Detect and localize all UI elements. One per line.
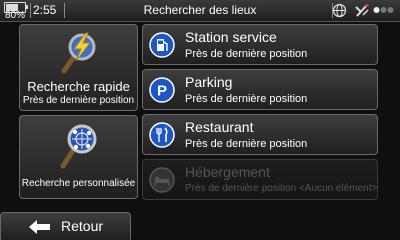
list-item-subtitle: Près de dernière position xyxy=(185,138,308,150)
list-item-title: Station service xyxy=(185,29,277,45)
list-item-restaurant[interactable]: Restaurant Près de dernière position xyxy=(142,114,378,155)
satellite-icon[interactable] xyxy=(354,3,370,18)
back-arrow-icon xyxy=(29,220,50,234)
list-item-parking[interactable]: P Parking Près de dernière position xyxy=(142,69,378,110)
parking-icon: P xyxy=(149,77,175,103)
quick-search-tile[interactable]: Recherche rapide Près de dernière positi… xyxy=(19,24,138,111)
bed-icon xyxy=(149,167,175,193)
back-button[interactable]: Retour xyxy=(0,212,131,240)
list-item-title: Hébergement xyxy=(185,164,270,180)
list-item-title: Parking xyxy=(185,74,233,90)
page-dots-icon xyxy=(373,7,394,13)
custom-search-title: Recherche personnalisée xyxy=(21,178,136,189)
svg-text:P: P xyxy=(157,83,167,100)
list-item-subtitle: Près de dernière position <Aucun élément… xyxy=(185,183,378,194)
list-item-title: Restaurant xyxy=(185,119,254,135)
globe-icon[interactable] xyxy=(332,3,347,18)
back-button-label: Retour xyxy=(61,218,104,234)
fork-knife-icon xyxy=(149,122,175,148)
list-item-subtitle: Près de dernière position xyxy=(185,48,308,60)
list-item-hebergement: Hébergement Près de dernière position <A… xyxy=(142,159,378,200)
magnifier-lightning-icon xyxy=(61,32,96,74)
custom-search-tile[interactable]: Recherche personnalisée xyxy=(19,115,138,199)
list-item-station-service[interactable]: Station service Près de dernière positio… xyxy=(142,24,378,65)
status-bar: 80% 2:55 Rechercher des lieux xyxy=(0,0,400,22)
quick-search-title: Recherche rapide xyxy=(27,79,130,94)
quick-search-subtitle: Près de dernière position xyxy=(22,95,135,106)
fuel-pump-icon xyxy=(149,32,175,58)
list-item-subtitle: Près de dernière position xyxy=(185,93,308,105)
magnifier-globe-icon xyxy=(60,124,97,169)
